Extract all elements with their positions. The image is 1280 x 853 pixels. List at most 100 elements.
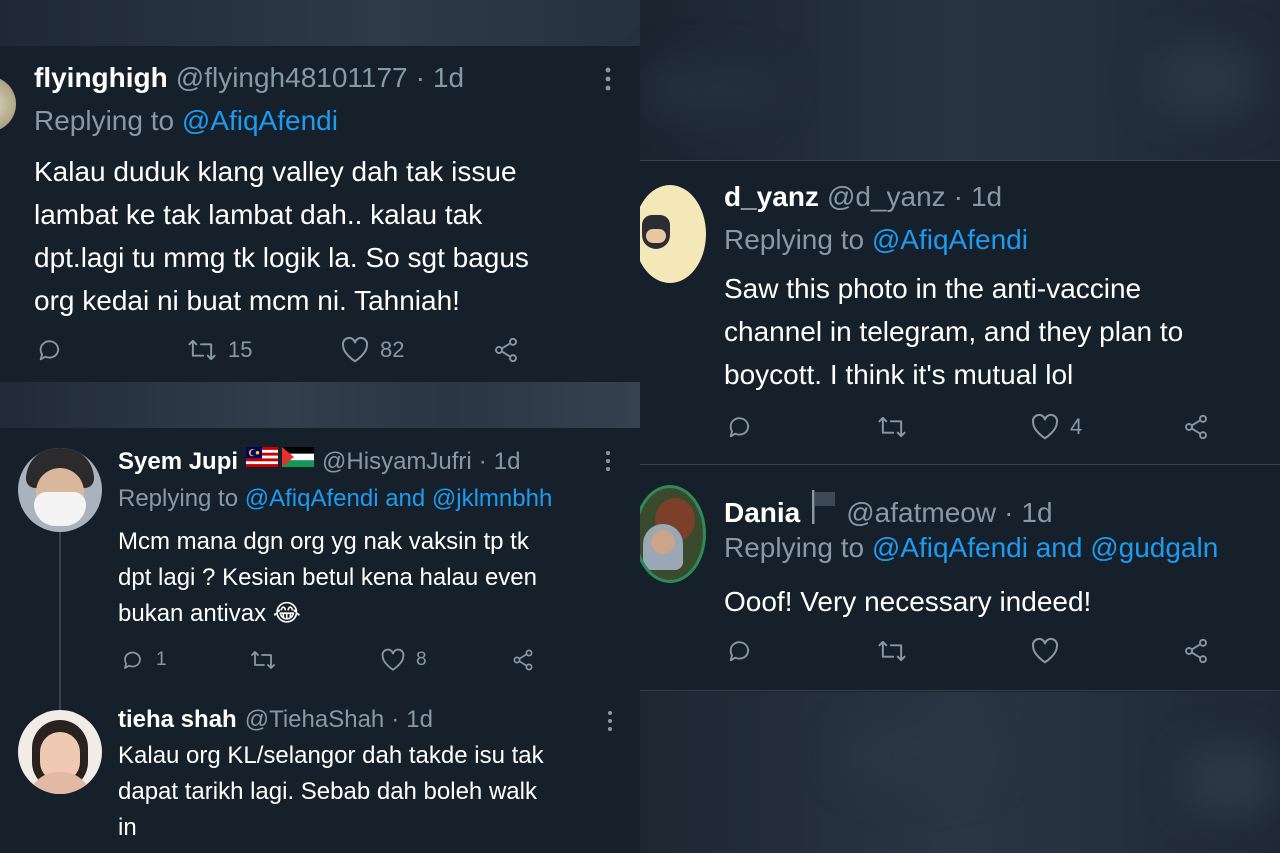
tweet-flyinghigh[interactable]: flyinghigh @flyingh48101177 · 1d Replyin… bbox=[0, 46, 640, 382]
retweet-button[interactable] bbox=[876, 413, 908, 441]
reply-button[interactable]: 1 bbox=[120, 648, 167, 672]
share-button[interactable] bbox=[510, 648, 536, 672]
share-icon bbox=[495, 337, 517, 363]
mention-link[interactable]: @AfiqAfendi and @gudgaln bbox=[872, 532, 1218, 563]
like-count: 8 bbox=[416, 649, 427, 670]
display-name[interactable]: tieha shah bbox=[118, 706, 237, 734]
avatar[interactable] bbox=[640, 485, 706, 583]
retweet-button[interactable]: 15 bbox=[186, 336, 252, 364]
tweet-text-line: boycott. I think it's mutual lol bbox=[724, 359, 1074, 390]
tweet-tieha-shah[interactable]: tieha shah @TiehaShah · 1d Kalau org KL/… bbox=[0, 698, 640, 853]
separator-dot: · bbox=[478, 448, 487, 475]
blurred-shape bbox=[1180, 740, 1280, 820]
retweet-icon bbox=[188, 339, 216, 361]
replying-to: Replying to @AfiqAfendi bbox=[724, 224, 1028, 256]
replying-to-label: Replying to bbox=[118, 485, 239, 512]
share-button[interactable] bbox=[1182, 637, 1210, 665]
avatar[interactable] bbox=[18, 448, 102, 532]
timestamp[interactable]: 1d bbox=[1021, 497, 1052, 529]
separator-dot: · bbox=[415, 62, 425, 93]
avatar[interactable] bbox=[18, 710, 102, 794]
tweet-text-line: lambat ke tak lambat dah.. kalau tak bbox=[34, 199, 483, 230]
like-button[interactable]: 82 bbox=[340, 336, 404, 364]
share-icon bbox=[513, 649, 533, 671]
timestamp[interactable]: 1d bbox=[433, 62, 464, 94]
reply-button[interactable] bbox=[726, 413, 754, 441]
avatar[interactable] bbox=[0, 76, 16, 132]
timestamp[interactable]: 1d bbox=[494, 448, 521, 476]
mention-link[interactable]: @AfiqAfendi bbox=[872, 224, 1028, 255]
blurred-shape bbox=[1150, 40, 1260, 120]
tweet-thread: Syem Jupi @HisyamJufri · 1d Replying to … bbox=[0, 428, 640, 853]
display-name[interactable]: Dania bbox=[724, 497, 800, 529]
tweet-text: Saw this photo in the anti-vaccine chann… bbox=[724, 267, 1183, 396]
replying-to: Replying to @AfiqAfendi and @jklmnbhh bbox=[118, 485, 552, 513]
mention-link[interactable]: @AfiqAfendi bbox=[182, 105, 338, 136]
like-icon bbox=[381, 648, 405, 671]
retweet-button[interactable] bbox=[876, 637, 908, 665]
replying-to-label: Replying to bbox=[34, 105, 175, 136]
tweet-text-line: in bbox=[118, 814, 137, 841]
reply-button[interactable] bbox=[36, 336, 64, 364]
replying-to-label: Replying to bbox=[724, 532, 865, 563]
retweet-icon bbox=[878, 416, 906, 438]
timestamp[interactable]: 1d bbox=[406, 706, 433, 734]
user-handle[interactable]: @d_yanz bbox=[827, 181, 946, 213]
tweet-text-line: dapat tarikh lagi. Sebab dah boleh walk bbox=[118, 778, 537, 805]
tweet-text-line: Kalau duduk klang valley dah tak issue bbox=[34, 156, 517, 187]
retweet-icon bbox=[251, 651, 275, 669]
retweet-icon bbox=[878, 640, 906, 662]
reply-icon bbox=[39, 340, 60, 361]
like-button[interactable]: 4 bbox=[1030, 413, 1082, 441]
tweet-text-line: Ooof! Very necessary indeed! bbox=[724, 586, 1092, 617]
user-handle[interactable]: @TiehaShah bbox=[245, 706, 385, 734]
like-button[interactable]: 8 bbox=[380, 648, 427, 672]
more-icon[interactable] bbox=[598, 66, 618, 92]
display-name[interactable]: flyinghigh bbox=[34, 62, 168, 94]
tweet-syem-jupi[interactable]: Syem Jupi @HisyamJufri · 1d Replying to … bbox=[0, 428, 640, 698]
tweet-column-right: d_yanz @d_yanz · 1d Replying to @AfiqAfe… bbox=[640, 160, 1280, 692]
share-button[interactable] bbox=[1182, 413, 1210, 441]
like-count: 82 bbox=[380, 337, 405, 362]
retweet-count: 15 bbox=[228, 337, 253, 362]
tweet-text: Kalau duduk klang valley dah tak issue l… bbox=[34, 150, 529, 322]
tweet-header: Dania @afatmeow · 1d bbox=[724, 488, 1053, 529]
user-handle[interactable]: @HisyamJufri bbox=[322, 448, 472, 476]
display-name[interactable]: Syem Jupi bbox=[118, 448, 238, 476]
blurred-shape bbox=[840, 720, 1000, 790]
blurred-background-left-mid bbox=[0, 382, 640, 428]
reply-button[interactable] bbox=[726, 637, 754, 665]
avatar[interactable] bbox=[640, 185, 706, 283]
more-icon[interactable] bbox=[602, 710, 618, 732]
reply-count: 1 bbox=[156, 649, 167, 670]
blurred-shape bbox=[640, 60, 780, 120]
user-handle[interactable]: @flyingh48101177 bbox=[176, 62, 408, 94]
timestamp[interactable]: 1d bbox=[971, 181, 1002, 213]
flag-icon bbox=[810, 490, 838, 524]
separator-dot: · bbox=[1004, 497, 1014, 528]
tweet-dania[interactable]: Dania @afatmeow · 1d Replying to @AfiqAf… bbox=[640, 465, 1280, 692]
mention-link[interactable]: @AfiqAfendi and @jklmnbhh bbox=[245, 485, 553, 512]
like-icon bbox=[1031, 413, 1059, 440]
tweet-text-line: Kalau org KL/selangor dah takde isu tak bbox=[118, 742, 544, 769]
more-icon[interactable] bbox=[600, 450, 616, 472]
replying-to: Replying to @AfiqAfendi and @gudgaln bbox=[724, 532, 1218, 564]
reply-icon bbox=[124, 651, 141, 669]
tweet-text: Kalau org KL/selangor dah takde isu tak … bbox=[118, 738, 544, 846]
tweet-header: tieha shah @TiehaShah · 1d bbox=[118, 706, 433, 734]
user-handle[interactable]: @afatmeow bbox=[846, 497, 996, 529]
tweet-d-yanz[interactable]: d_yanz @d_yanz · 1d Replying to @AfiqAfe… bbox=[640, 161, 1280, 464]
share-button[interactable] bbox=[492, 336, 520, 364]
tweet-text-line: dpt.lagi tu mmg tk logik la. So sgt bagu… bbox=[34, 242, 529, 273]
separator-dot: · bbox=[391, 706, 400, 733]
retweet-button[interactable] bbox=[248, 648, 278, 672]
like-button[interactable] bbox=[1030, 637, 1060, 665]
malaysia-flag-icon bbox=[246, 446, 279, 467]
like-icon bbox=[341, 336, 369, 363]
reply-icon bbox=[729, 641, 750, 662]
replying-to: Replying to @AfiqAfendi bbox=[34, 105, 338, 137]
reply-icon bbox=[729, 417, 750, 438]
display-name[interactable]: d_yanz bbox=[724, 181, 819, 213]
like-count: 4 bbox=[1070, 414, 1083, 439]
palestine-flag-icon bbox=[282, 446, 315, 467]
